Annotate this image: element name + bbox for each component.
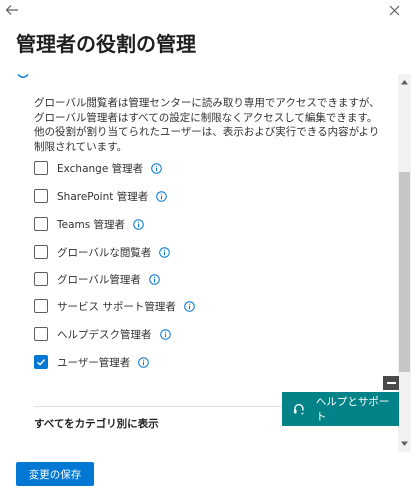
- checkbox[interactable]: [34, 217, 48, 231]
- close-button[interactable]: [384, 2, 404, 22]
- show-all-by-category-link[interactable]: すべてをカテゴリ別に表示: [34, 416, 159, 431]
- checkbox[interactable]: [34, 161, 48, 175]
- info-icon[interactable]: [133, 218, 144, 230]
- role-checkbox-service-support[interactable]: サービス サポート管理者: [34, 297, 195, 315]
- back-button[interactable]: [2, 2, 22, 22]
- info-icon[interactable]: [159, 246, 171, 258]
- save-changes-button[interactable]: 変更の保存: [16, 462, 94, 486]
- role-label: ヘルプデスク管理者: [57, 328, 152, 341]
- help-minimize-button[interactable]: [383, 376, 399, 390]
- role-checkbox-exchange[interactable]: Exchange 管理者: [34, 159, 162, 177]
- info-icon[interactable]: [184, 300, 195, 312]
- headset-icon: [293, 403, 304, 415]
- role-label: ユーザー管理者: [57, 356, 131, 369]
- checkbox-checked[interactable]: [34, 355, 48, 369]
- roles-description: グローバル閲覧者は管理センターに読み取り専用でアクセスできますが、グローバル管理…: [34, 97, 380, 153]
- role-label: サービス サポート管理者: [57, 300, 176, 313]
- checkbox[interactable]: [34, 245, 48, 259]
- minimize-icon: [386, 382, 396, 384]
- help-and-support-button[interactable]: ヘルプとサポート: [282, 392, 399, 426]
- role-label: SharePoint 管理者: [57, 190, 149, 203]
- role-label: グローバル管理者: [57, 273, 141, 286]
- page-title: 管理者の役割の管理: [16, 32, 196, 56]
- info-icon[interactable]: [159, 328, 171, 340]
- scrollbar-thumb[interactable]: [399, 172, 410, 372]
- info-icon[interactable]: [151, 162, 162, 174]
- info-icon[interactable]: [138, 356, 150, 368]
- role-checkbox-global-reader[interactable]: グローバルな閲覧者: [34, 243, 171, 261]
- role-checkbox-teams[interactable]: Teams 管理者: [34, 215, 144, 233]
- role-label: グローバルな閲覧者: [57, 246, 152, 259]
- role-checkbox-sharepoint[interactable]: SharePoint 管理者: [34, 187, 168, 205]
- info-icon[interactable]: [156, 190, 168, 202]
- checkbox[interactable]: [34, 327, 48, 341]
- checkbox[interactable]: [34, 189, 48, 203]
- checkmark-icon: [37, 359, 46, 366]
- scroll-up-icon[interactable]: [400, 78, 409, 86]
- close-icon: [389, 5, 399, 16]
- role-label: Teams 管理者: [57, 218, 126, 231]
- checkbox[interactable]: [34, 299, 48, 313]
- help-label: ヘルプとサポート: [315, 396, 390, 423]
- role-checkbox-helpdesk[interactable]: ヘルプデスク管理者: [34, 325, 171, 343]
- checkbox[interactable]: [34, 272, 48, 286]
- role-checkbox-global-admin[interactable]: グローバル管理者: [34, 270, 160, 288]
- info-icon[interactable]: [149, 273, 160, 285]
- role-label: Exchange 管理者: [57, 162, 144, 175]
- arrow-left-icon: [5, 5, 18, 15]
- scroll-down-icon[interactable]: [400, 440, 409, 448]
- role-checkbox-user-admin[interactable]: ユーザー管理者: [34, 353, 150, 371]
- chevron-up-icon[interactable]: [16, 72, 30, 82]
